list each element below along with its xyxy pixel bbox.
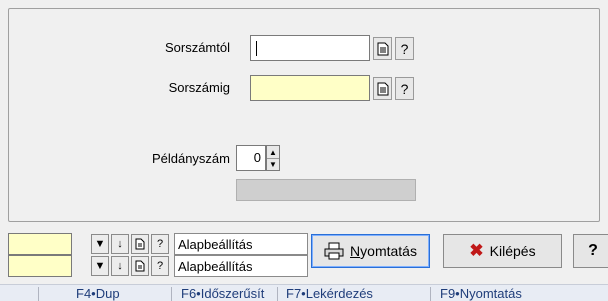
- spin-up-icon[interactable]: ▲: [267, 146, 279, 158]
- print-dialog: Sorszámtól ? Sorszámig ? Példányszám 0 ▲…: [0, 0, 608, 301]
- help-button[interactable]: ?: [151, 256, 169, 276]
- from-list-button[interactable]: [373, 37, 392, 60]
- copies-label: Példányszám: [151, 151, 230, 166]
- close-icon: ✖: [469, 241, 484, 260]
- help-icon: ?: [156, 238, 164, 250]
- help-icon: ?: [400, 40, 409, 57]
- exit-button-label: Kilépés: [489, 243, 536, 259]
- arrow-down-icon: ↓: [117, 260, 123, 272]
- document-icon: [377, 82, 388, 95]
- document-button[interactable]: [131, 234, 149, 254]
- to-field[interactable]: [250, 75, 370, 101]
- fkey-separator: [430, 287, 431, 301]
- function-key-bar: F4•Dup F6•Időszerűsít F7•Lekérdezés F9•N…: [0, 284, 608, 301]
- chevron-down-icon: ▼: [94, 260, 106, 272]
- exit-button[interactable]: ✖ Kilépés: [443, 234, 562, 268]
- document-icon: [135, 260, 145, 272]
- document-button[interactable]: [131, 256, 149, 276]
- text-cursor: [256, 41, 257, 56]
- dropdown-button[interactable]: ▼: [91, 234, 109, 254]
- copies-field[interactable]: 0: [236, 145, 266, 171]
- to-help-button[interactable]: ?: [395, 77, 414, 100]
- fkey-f4[interactable]: F4•Dup: [76, 286, 120, 301]
- printer-icon: [324, 242, 344, 260]
- filter-field[interactable]: [8, 233, 72, 255]
- from-label: Sorszámtól: [164, 40, 230, 55]
- help-main-button[interactable]: ?: [573, 234, 608, 268]
- print-button-label: Nyomtatás: [350, 243, 417, 259]
- fkey-f6[interactable]: F6•Időszerűsít: [181, 286, 264, 301]
- document-icon: [377, 42, 388, 55]
- spin-down-icon[interactable]: ▼: [267, 158, 279, 170]
- sort-button[interactable]: ↓: [111, 256, 129, 276]
- document-icon: [135, 238, 145, 250]
- fkey-separator: [171, 287, 172, 301]
- help-icon: ?: [588, 242, 598, 259]
- preset-field[interactable]: Alapbeállítás: [174, 255, 308, 277]
- help-icon: ?: [400, 80, 409, 97]
- fkey-separator: [277, 287, 278, 301]
- arrow-down-icon: ↓: [117, 238, 123, 250]
- help-icon: ?: [156, 260, 164, 272]
- preset-field[interactable]: Alapbeállítás: [174, 233, 308, 255]
- fkey-f9[interactable]: F9•Nyomtatás: [440, 286, 522, 301]
- from-help-button[interactable]: ?: [395, 37, 414, 60]
- sort-button[interactable]: ↓: [111, 234, 129, 254]
- fkey-separator: [38, 287, 39, 301]
- dropdown-button[interactable]: ▼: [91, 256, 109, 276]
- copies-spinner[interactable]: ▲ ▼: [266, 145, 280, 171]
- to-label: Sorszámig: [168, 80, 230, 95]
- print-button[interactable]: Nyomtatás: [311, 234, 430, 268]
- from-field[interactable]: [250, 35, 370, 61]
- filter-field[interactable]: [8, 255, 72, 277]
- to-list-button[interactable]: [373, 77, 392, 100]
- progress-bar: [236, 179, 416, 201]
- help-button[interactable]: ?: [151, 234, 169, 254]
- fkey-f7[interactable]: F7•Lekérdezés: [286, 286, 373, 301]
- chevron-down-icon: ▼: [94, 238, 106, 250]
